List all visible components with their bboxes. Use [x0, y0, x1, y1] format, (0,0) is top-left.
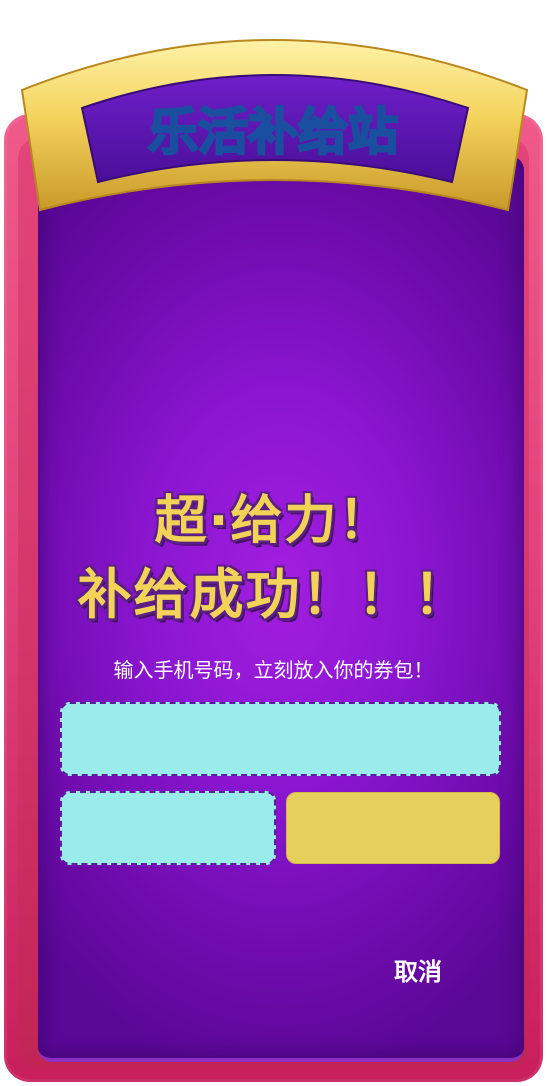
headline-line-2: 补给成功！！！ — [77, 563, 470, 626]
headline-line-1: 超·给力！ — [154, 491, 393, 551]
popup-dialog: 乐活补给站 超·给力！ 补给成功！！！ 输入手机号码，立刻放入你的券包！ 取消 — [0, 0, 547, 1086]
form-hint-text: 输入手机号码，立刻放入你的券包！ — [113, 658, 434, 682]
submit-button[interactable] — [286, 792, 500, 864]
phone-number-input[interactable] — [60, 702, 501, 776]
banner-title-text: 乐活补给站 — [148, 103, 398, 161]
verification-code-input[interactable] — [60, 791, 276, 865]
title-banner: 乐活补给站 — [20, 39, 529, 212]
cancel-button[interactable]: 取消 — [380, 952, 456, 987]
